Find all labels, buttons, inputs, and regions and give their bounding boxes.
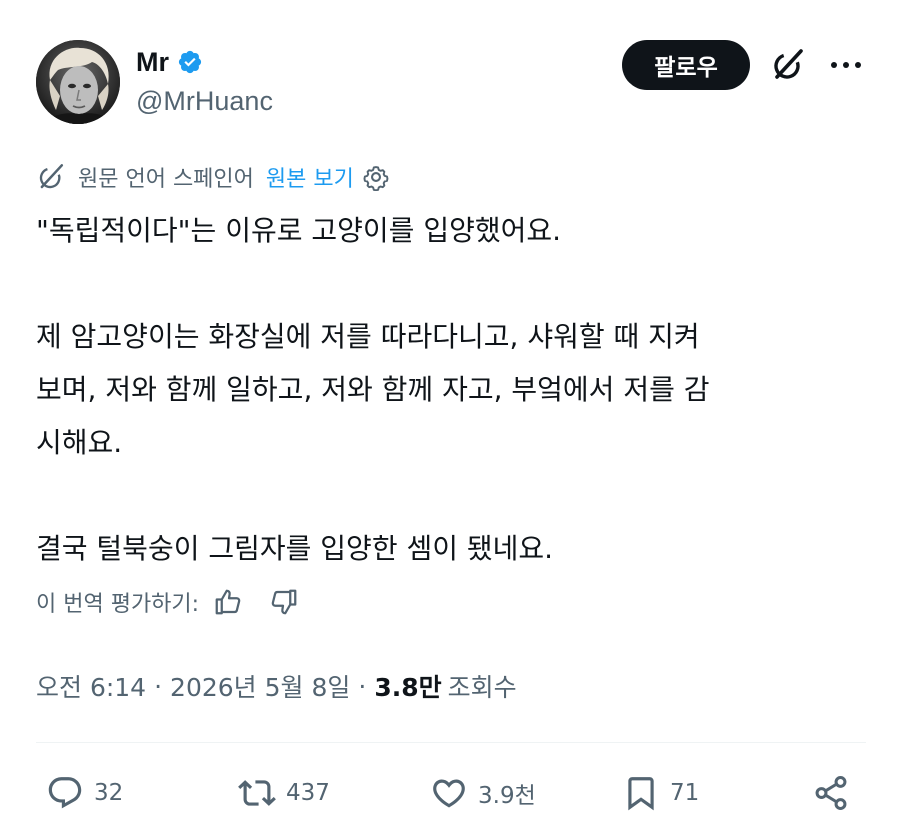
translation-bar: 원문 언어 스페인어 원본 보기 — [36, 160, 390, 194]
tweet-meta: 오전 6:14 · 2026년 5월 8일 · 3.8만 조회수 — [36, 668, 517, 704]
bookmark-icon — [628, 777, 654, 811]
author-handle[interactable]: @MrHuanc — [136, 86, 273, 117]
tweet-time[interactable]: 오전 6:14 — [36, 668, 146, 704]
repost-icon — [238, 780, 276, 806]
translation-source-language: 원문 언어 스페인어 — [78, 167, 254, 192]
meta-separator: · — [154, 671, 163, 701]
bookmark-button[interactable]: 71 — [622, 770, 699, 816]
tweet-paragraph: 결국 털북숭이 그림자를 입양한 셈이 됐네요. — [36, 532, 554, 565]
grok-icon — [36, 162, 78, 192]
thumbs-up-icon[interactable] — [213, 587, 243, 617]
tweet-date[interactable]: 2026년 5월 8일 — [170, 668, 350, 704]
thumbs-down-icon[interactable] — [269, 587, 299, 617]
verified-badge-icon — [177, 49, 203, 75]
views-count: 3.8만 — [374, 673, 442, 702]
repost-count: 437 — [286, 780, 330, 806]
reply-button[interactable]: 32 — [46, 770, 123, 816]
like-count: 3.9천 — [478, 783, 536, 809]
share-button[interactable] — [812, 770, 850, 816]
bookmark-count: 71 — [670, 780, 700, 806]
like-button[interactable]: 3.9천 — [430, 770, 536, 816]
more-icon — [831, 62, 861, 68]
tweet-paragraph: 보며, 저와 함께 일하고, 저와 함께 자고, 부엌에서 저를 감 — [36, 373, 710, 406]
avatar-photo — [36, 40, 120, 124]
gear-icon[interactable] — [354, 163, 390, 191]
show-original-link[interactable]: 원본 보기 — [266, 161, 354, 193]
reply-count: 32 — [94, 780, 124, 806]
tweet-paragraph: 시해요. — [36, 426, 123, 459]
tweet-paragraph: 제 암고양이는 화장실에 저를 따라다니고, 샤워할 때 지켜 — [36, 320, 700, 353]
grok-icon — [774, 49, 803, 79]
follow-button[interactable]: 팔로우 — [622, 40, 750, 90]
rate-translation-label: 이 번역 평가하기: — [36, 592, 200, 617]
avatar[interactable] — [36, 40, 120, 124]
heart-icon — [433, 779, 465, 808]
views-label: 조회수 — [447, 673, 517, 702]
grok-button[interactable] — [770, 47, 806, 83]
rate-translation: 이 번역 평가하기: — [36, 584, 299, 620]
tweet-text: "독립적이다"는 이유로 고양이를 입양했어요. 제 암고양이는 화장실에 저를… — [36, 204, 866, 575]
divider — [36, 742, 866, 743]
reply-icon — [48, 777, 82, 809]
repost-button[interactable]: 437 — [238, 770, 330, 816]
meta-separator: · — [358, 671, 367, 701]
author-name-row[interactable]: Mr — [136, 44, 203, 80]
more-options-button[interactable] — [828, 52, 864, 78]
tweet-paragraph: "독립적이다"는 이유로 고양이를 입양했어요. — [36, 214, 562, 247]
author-display-name[interactable]: Mr — [136, 47, 169, 78]
share-icon — [815, 775, 847, 811]
